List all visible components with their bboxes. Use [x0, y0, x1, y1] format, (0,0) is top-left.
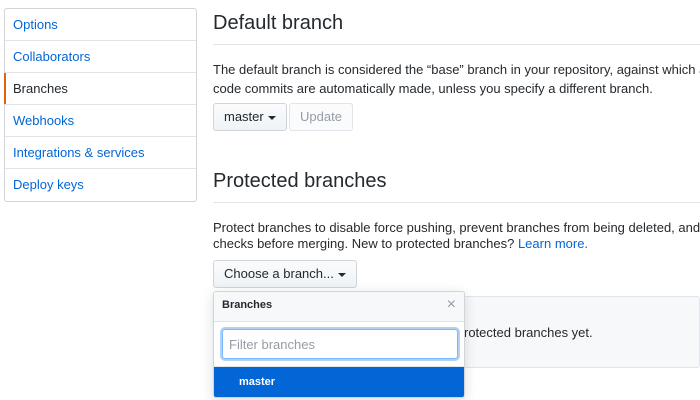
default-branch-select-label: master: [224, 109, 264, 124]
sidebar-item-deploy-keys[interactable]: Deploy keys: [5, 169, 196, 201]
choose-branch-label: Choose a branch...: [224, 266, 334, 281]
branch-select-menu-title: Branches: [222, 299, 273, 311]
default-branch-title: Default branch: [213, 12, 344, 34]
filter-branches-input[interactable]: [222, 329, 458, 359]
default-branch-description-line2: code commits are automatically made, unl…: [213, 81, 653, 96]
protected-branches-description-text: checks before merging. New to protected …: [213, 236, 518, 251]
section-divider: [213, 202, 700, 203]
default-branch-description-line1: The default branch is considered the “ba…: [213, 62, 700, 77]
chevron-down-icon: [337, 272, 346, 277]
sidebar-item-collaborators[interactable]: Collaborators: [5, 41, 196, 73]
protected-branches-description-line2: checks before merging. New to protected …: [213, 234, 700, 253]
choose-branch-button[interactable]: Choose a branch...: [213, 260, 357, 288]
branch-select-menu-header: Branches ×: [214, 292, 464, 322]
sidebar-item-webhooks[interactable]: Webhooks: [5, 105, 196, 137]
chevron-down-icon: [267, 115, 276, 120]
close-icon[interactable]: ×: [447, 296, 456, 314]
learn-more-link[interactable]: Learn more.: [518, 236, 588, 251]
main-content: Default branch The default branch is con…: [213, 0, 700, 400]
sidebar-item-integrations[interactable]: Integrations & services: [5, 137, 196, 169]
update-button[interactable]: Update: [289, 103, 353, 131]
filter-wrap: [214, 322, 464, 367]
protected-branches-title: Protected branches: [213, 170, 387, 192]
section-divider: [213, 44, 700, 45]
sidebar-item-branches[interactable]: Branches: [4, 73, 196, 105]
sidebar-item-options[interactable]: Options: [5, 9, 196, 41]
branch-item-master[interactable]: master: [214, 367, 464, 397]
default-branch-select[interactable]: master: [213, 103, 287, 131]
settings-sidebar: Options Collaborators Branches Webhooks …: [4, 8, 197, 202]
branch-select-menu: Branches × master: [213, 291, 465, 398]
protected-branches-empty-text: rotected branches yet.: [464, 325, 593, 340]
